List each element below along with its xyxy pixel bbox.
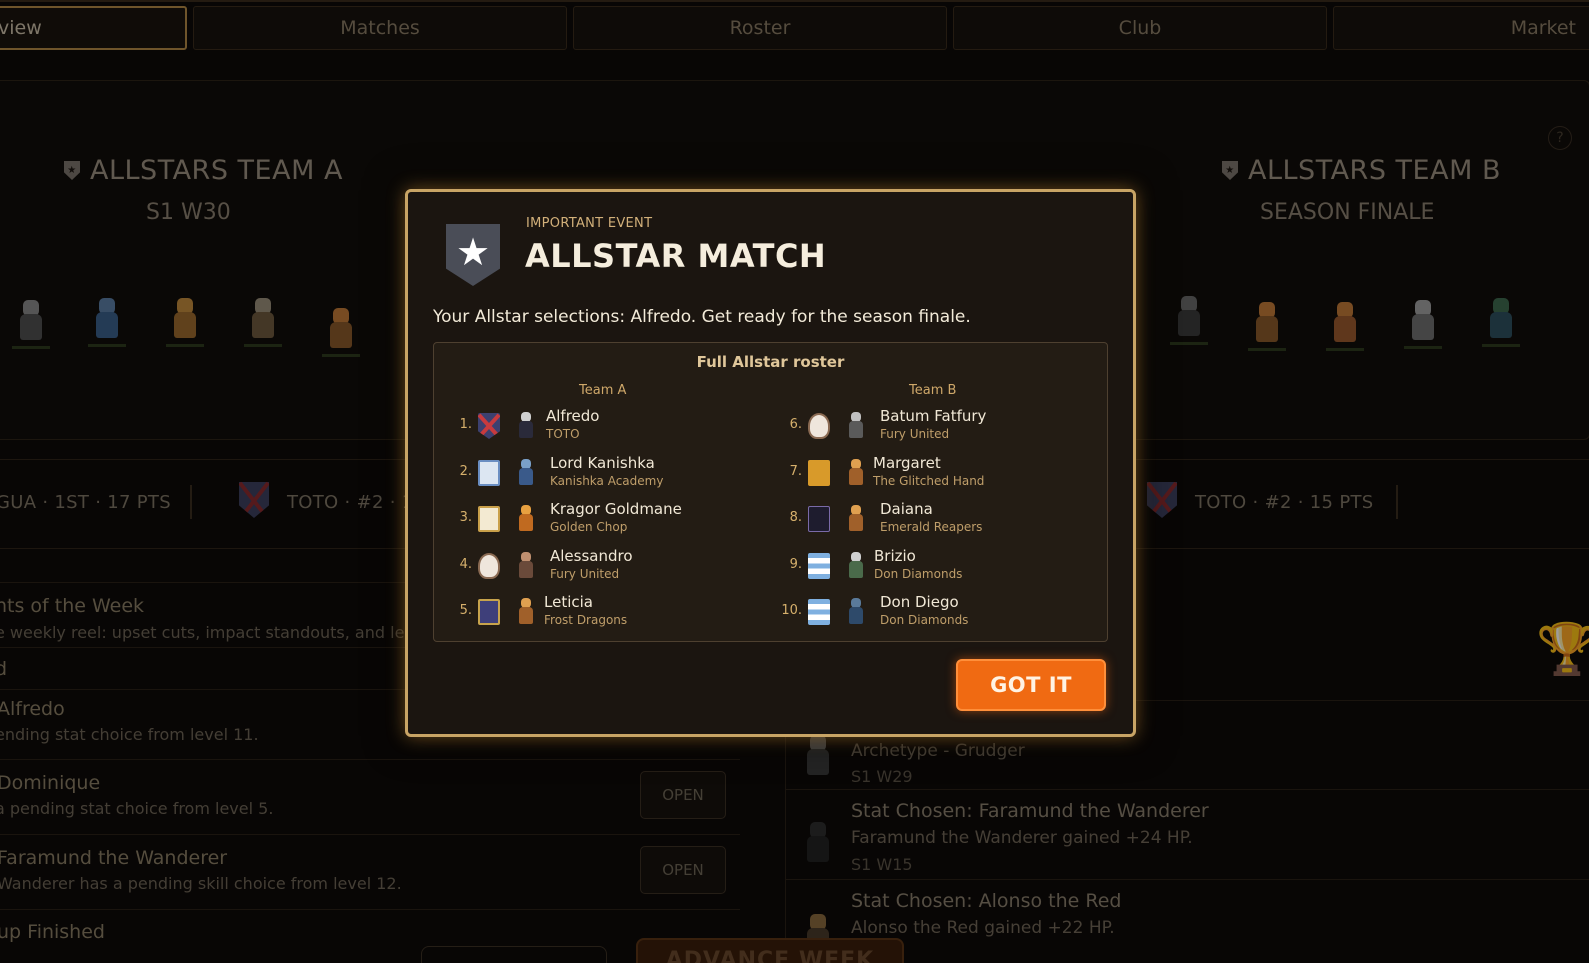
team-crest-icon — [808, 506, 830, 532]
team-crest-icon — [808, 599, 830, 625]
player-sprite-icon — [845, 551, 867, 581]
player-name: Margaret — [873, 453, 941, 472]
roster-number: 8. — [789, 510, 802, 525]
player-club: The Glitched Hand — [873, 473, 985, 488]
roster-title: Full Allstar roster — [696, 353, 845, 371]
team-b-header: Team B — [909, 383, 957, 398]
roster-number: 10. — [781, 603, 802, 618]
player-sprite-icon — [845, 597, 867, 627]
player-sprite-icon — [845, 411, 867, 441]
roster-row: 7. Margaret The Glitched Hand — [434, 452, 1109, 492]
roster-number: 6. — [789, 417, 802, 432]
roster-row: 8. Daiana Emerald Reapers — [434, 498, 1109, 538]
player-name: Brizio — [874, 546, 916, 565]
roster-number: 9. — [789, 556, 802, 572]
player-club: Emerald Reapers — [880, 520, 983, 534]
team-crest-icon — [808, 459, 830, 486]
allstar-roster: Full Allstar roster Team A Team B 1. Alfr… — [433, 342, 1108, 642]
player-club: Fury United — [880, 427, 950, 441]
player-name: Don Diego — [880, 593, 959, 611]
got-it-button[interactable]: GOT IT — [956, 659, 1106, 711]
roster-row: 10. Don Diego Don Diamonds — [434, 591, 1109, 631]
player-name: Daiana — [880, 500, 933, 518]
player-club: Don Diamonds — [874, 566, 963, 581]
player-club: Don Diamonds — [880, 613, 969, 627]
allstar-modal: ★ IMPORTANT EVENT ALLSTAR MATCH Your All… — [405, 189, 1136, 737]
player-name: Batum Fatfury — [880, 407, 987, 425]
event-eyebrow: IMPORTANT EVENT — [526, 216, 653, 231]
player-sprite-icon — [845, 458, 867, 488]
modal-message: Your Allstar selections: Alfredo. Get re… — [433, 307, 971, 327]
roster-row: 6. Batum Fatfury Fury United — [434, 405, 1109, 445]
modal-title: ALLSTAR MATCH — [525, 237, 827, 275]
team-a-header: Team A — [579, 383, 627, 398]
player-sprite-icon — [845, 504, 867, 534]
star-shield-icon: ★ — [446, 224, 500, 286]
team-crest-icon — [808, 552, 830, 579]
roster-row: 9. Brizio Don Diamonds — [434, 545, 1109, 585]
roster-number: 7. — [789, 463, 802, 479]
team-crest-icon — [808, 413, 830, 439]
